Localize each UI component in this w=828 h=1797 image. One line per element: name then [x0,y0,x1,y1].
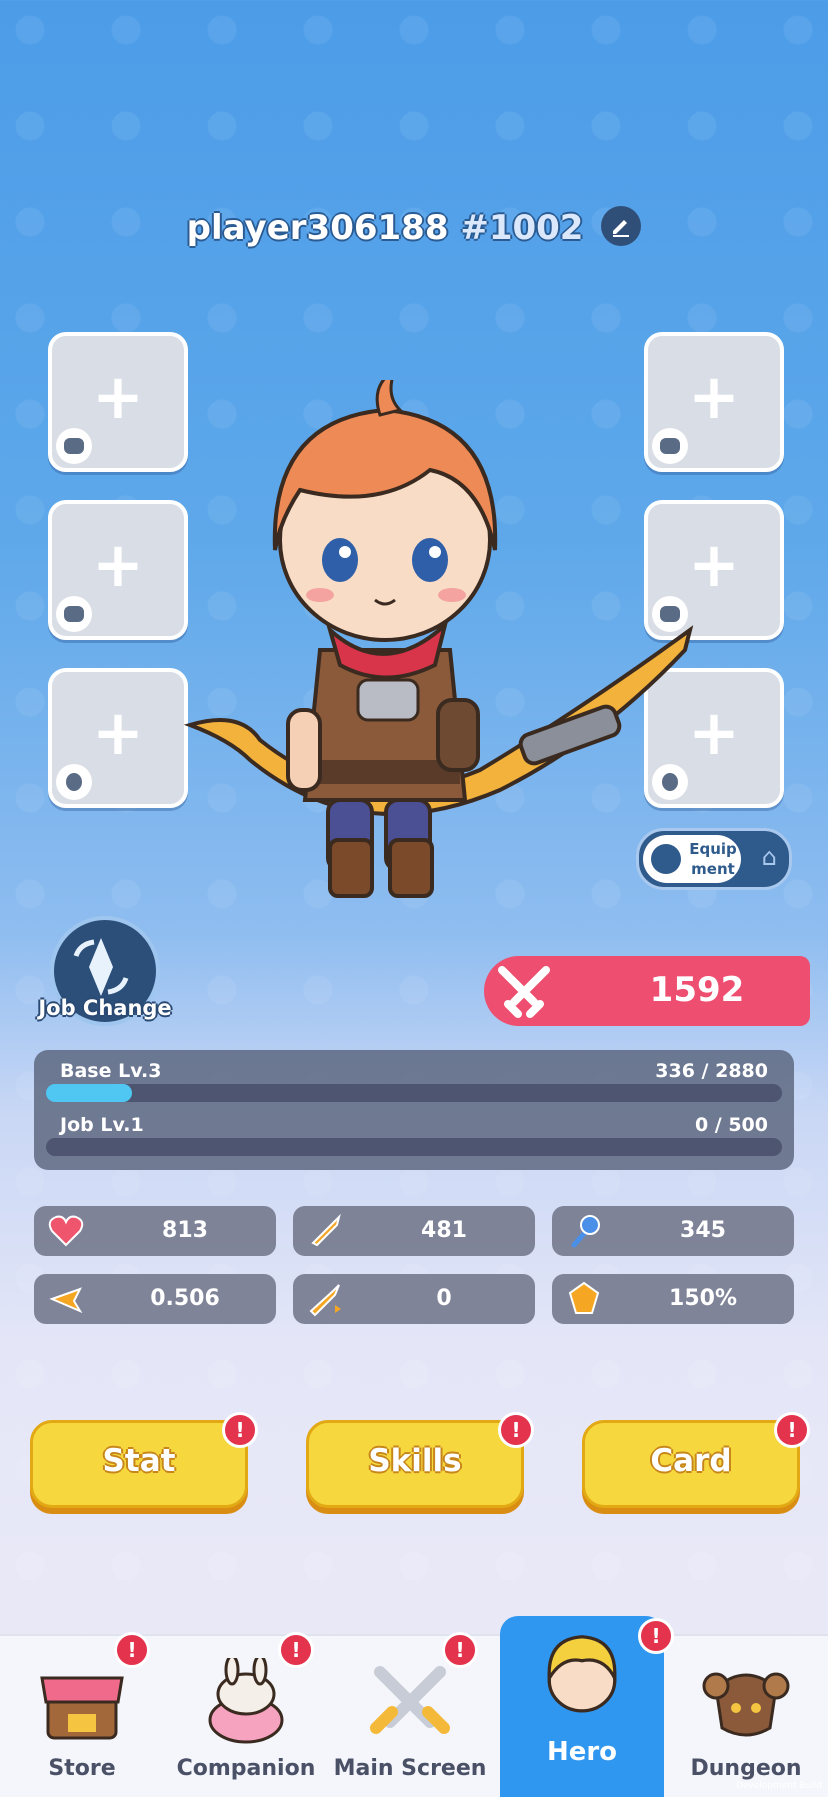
bottom-nav: Store ! Companion ! Main Screen ! Hero ! [0,1616,828,1797]
hero-character [183,380,694,898]
companion-icon [208,1658,284,1744]
base-exp-bar [46,1084,782,1102]
nav-dungeon[interactable]: Dungeon [664,1636,828,1797]
main-screen-alert-badge: ! [442,1632,478,1668]
stat-hp-value: 813 [162,1218,208,1243]
attack-icon [311,1213,341,1247]
player-name-row: player306188 #1002 [0,205,828,250]
store-icon [40,1676,124,1740]
stat-speed-value: 0.506 [150,1286,220,1311]
nav-main-screen-label: Main Screen [333,1756,487,1781]
nav-dungeon-label: Dungeon [690,1756,802,1781]
stat-button[interactable]: Stat [30,1420,248,1508]
base-exp-value: 336 / 2880 [655,1060,768,1082]
stat-attack-value: 481 [421,1218,467,1243]
card-button[interactable]: Card [582,1420,800,1508]
player-name: player306188 [186,208,449,248]
stat-magic-value: 345 [680,1218,726,1243]
hanger-icon[interactable]: ⌂ [762,845,777,869]
pencil-icon [613,219,630,237]
weapon-icon [56,428,92,464]
equip-slot-ring[interactable]: + [48,668,188,808]
stat-crit: 0 [293,1274,535,1324]
equip-slot-weapon[interactable]: + [48,332,188,472]
stat-crit-damage-value: 150% [669,1286,737,1311]
nav-store-label: Store [48,1756,116,1781]
crit-icon [309,1284,341,1317]
speed-icon [49,1287,83,1314]
stat-alert-badge: ! [222,1412,258,1448]
card-alert-badge: ! [774,1412,810,1448]
player-tag: #1002 [460,208,584,248]
companion-alert-badge: ! [278,1632,314,1668]
job-exp-value: 0 / 500 [694,1114,768,1136]
build-label: Development Build [735,1781,822,1791]
job-level-label: Job Lv.1 [60,1114,144,1136]
stat-crit-value: 0 [436,1286,452,1311]
equipment-label: Equip ment [689,840,737,878]
equip-slot-armor[interactable]: + [48,500,188,640]
skills-button[interactable]: Skills [306,1420,524,1508]
base-exp-fill [46,1084,133,1102]
edit-name-button[interactable] [601,205,642,246]
skills-alert-badge: ! [498,1412,534,1448]
store-alert-badge: ! [114,1632,150,1668]
plus-icon: + [92,360,144,433]
stat-button-label: Stat [102,1443,176,1479]
stat-hp: 813 [34,1206,276,1256]
armor-icon [56,596,92,632]
skills-button-label: Skills [368,1443,462,1479]
stat-magic: 345 [552,1206,794,1256]
combat-power-value: 1592 [649,970,745,1010]
crit-damage-icon [568,1281,600,1314]
level-panel: Base Lv.3 336 / 2880 Job Lv.1 0 / 500 [34,1050,794,1170]
equipment-toggle[interactable]: Equip ment ⌂ [636,828,792,890]
stat-crit-damage: 150% [552,1274,794,1324]
plus-icon: + [92,696,144,769]
helmet-icon [651,844,681,874]
crossed-swords-icon [498,966,550,1018]
dungeon-icon [702,1672,790,1737]
hero-icon [547,1635,617,1713]
equipment-tab[interactable]: Equip ment [643,835,741,883]
card-button-label: Card [650,1443,732,1479]
job-exp-bar [46,1138,782,1156]
ring-icon [56,764,92,800]
stat-attack: 481 [293,1206,535,1256]
job-change-label: Job Change [38,996,172,1020]
heart-icon [48,1215,84,1247]
magic-icon [571,1215,600,1248]
nav-hero-label: Hero [546,1737,618,1767]
base-level-label: Base Lv.3 [60,1060,162,1082]
hero-screen: { "header": {"player_name": "player30618… [0,0,828,1797]
plus-icon: + [92,528,144,601]
crossed-swords-icon [370,1666,450,1734]
combat-power-banner: 1592 [484,956,810,1026]
nav-companion-label: Companion [176,1756,316,1781]
stat-speed: 0.506 [34,1274,276,1324]
